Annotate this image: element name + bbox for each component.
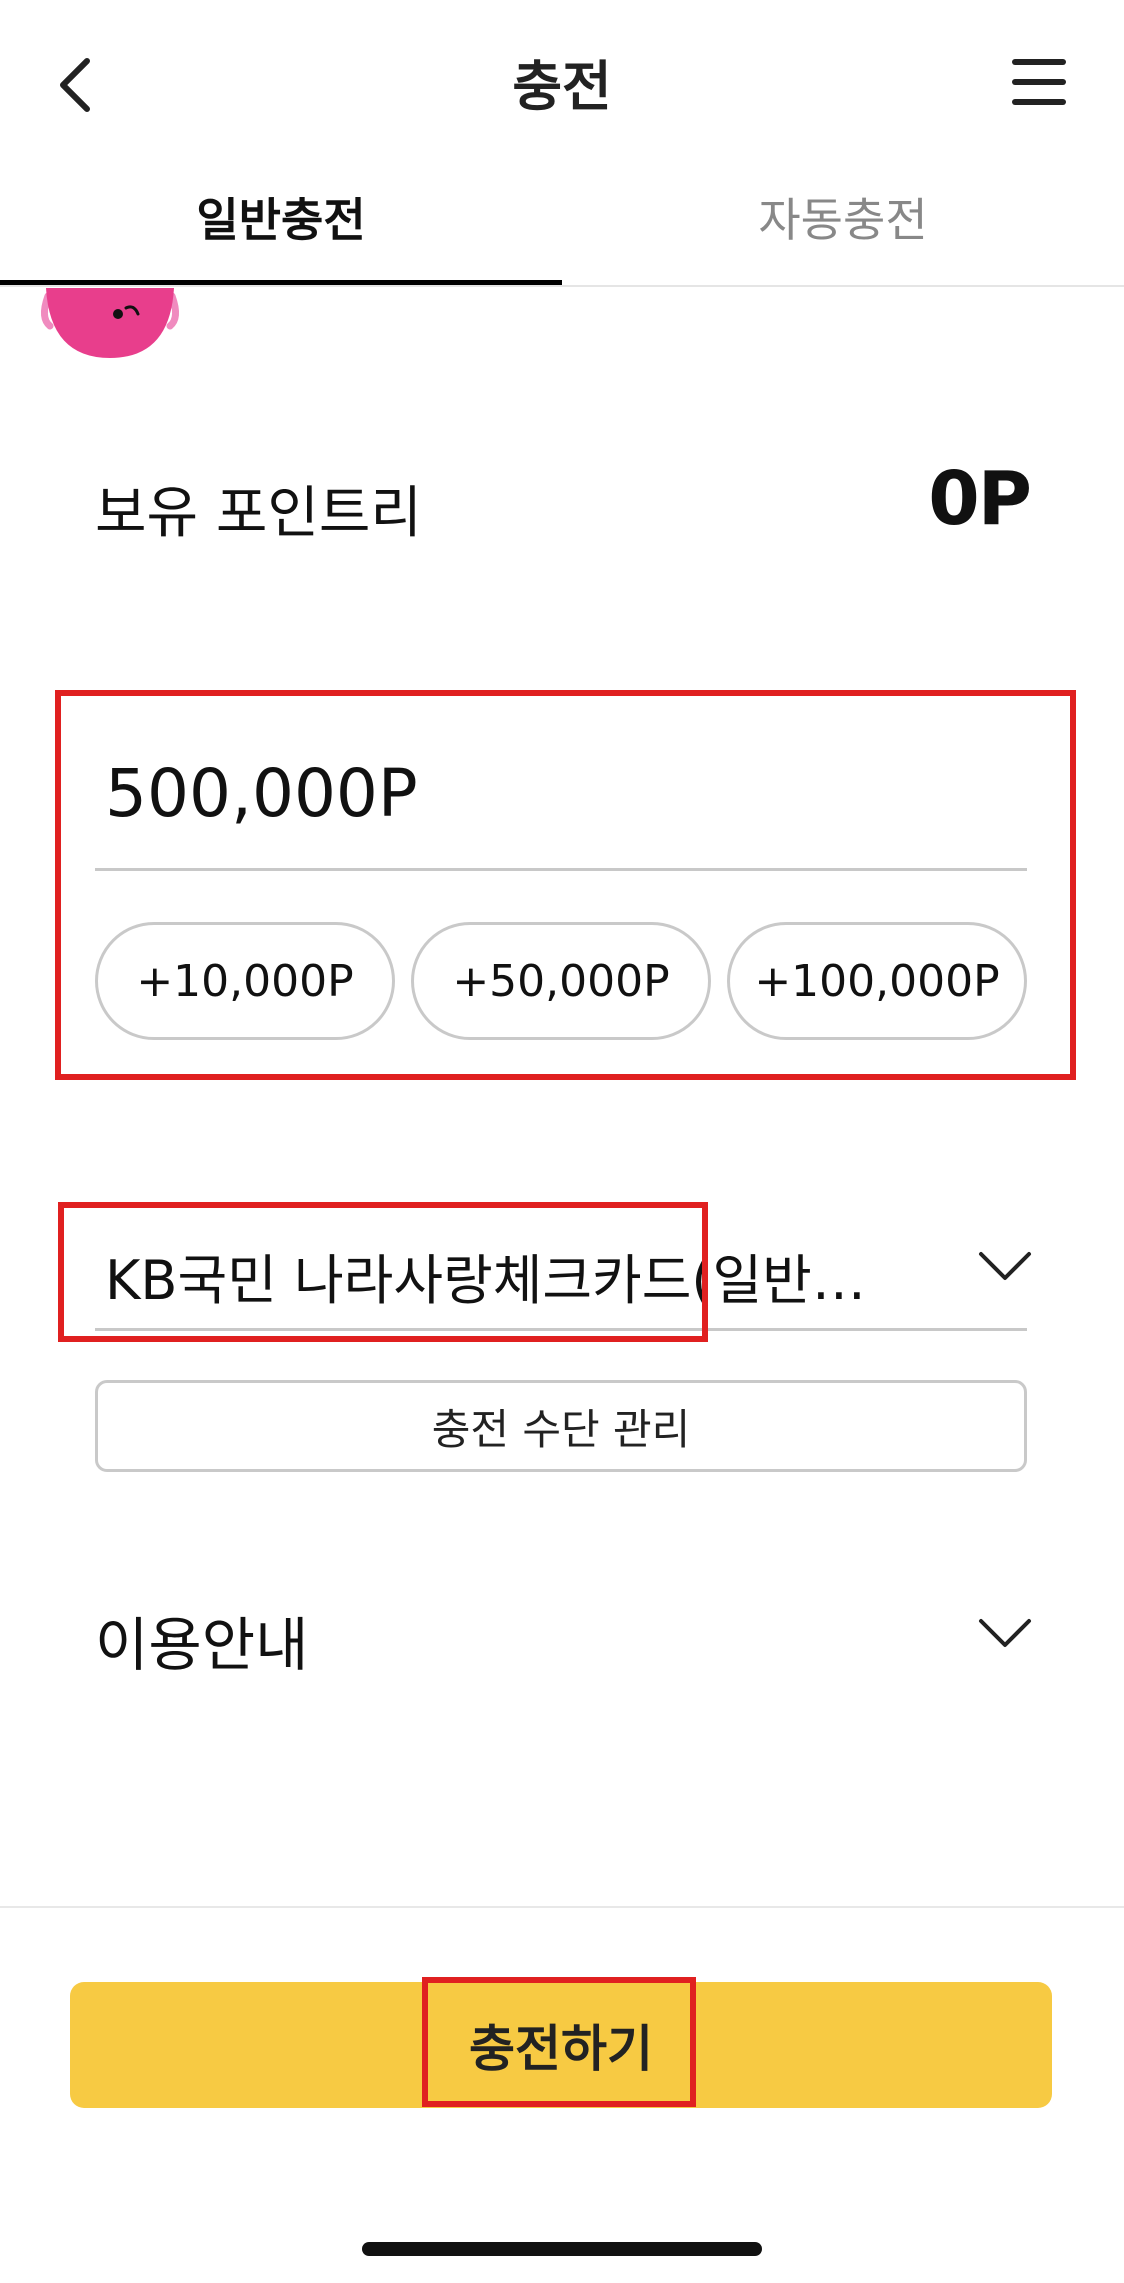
- hamburger-menu-icon: [1012, 59, 1066, 65]
- tab-divider: [0, 285, 1124, 287]
- chevron-down-icon[interactable]: [975, 1240, 1035, 1290]
- footer-divider: [0, 1906, 1124, 1908]
- home-indicator: [362, 2242, 762, 2256]
- mascot-character-icon: [41, 288, 179, 358]
- usage-info-label[interactable]: 이용안내: [95, 1598, 308, 1682]
- tab-auto-charge[interactable]: 자동충전: [562, 190, 1124, 280]
- menu-button[interactable]: [1000, 55, 1080, 115]
- amount-highlight-box: [55, 690, 1076, 1080]
- page-title: 충전: [512, 55, 612, 118]
- chevron-down-icon[interactable]: [975, 1607, 1035, 1657]
- tab-general-charge[interactable]: 일반충전: [0, 190, 562, 280]
- charge-highlight-box: [422, 1977, 696, 2107]
- manage-payment-method-button[interactable]: 충전 수단 관리: [95, 1380, 1027, 1472]
- balance-value: 0P: [928, 456, 1032, 542]
- balance-label: 보유 포인트리: [95, 481, 422, 546]
- payment-highlight-box: [58, 1202, 708, 1342]
